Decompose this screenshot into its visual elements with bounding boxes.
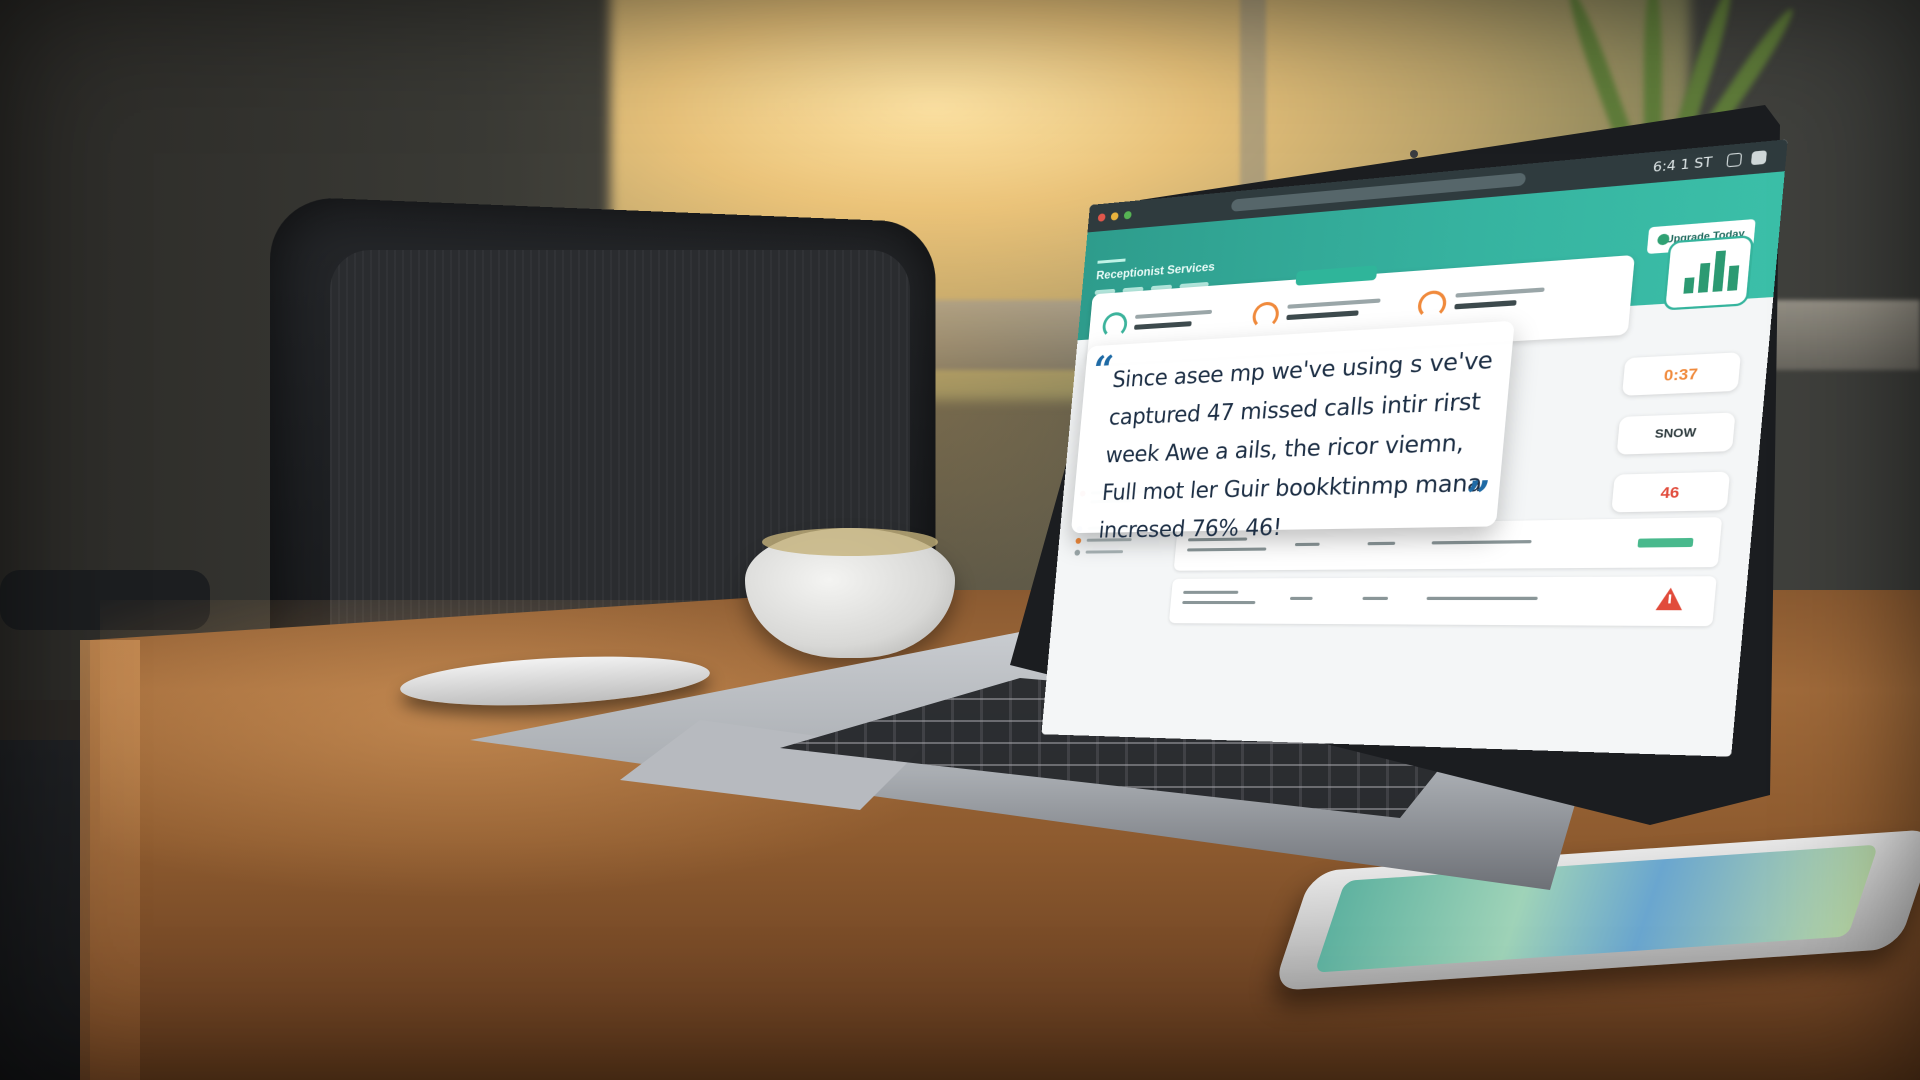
stat-label [1455, 287, 1545, 298]
chart-bar [1697, 262, 1711, 293]
maximize-window-button[interactable] [1123, 210, 1132, 220]
metric-pill: 46 [1611, 471, 1731, 513]
mug-rim [762, 528, 938, 556]
sidebar-item[interactable] [1085, 550, 1124, 554]
list-bullet-icon [1075, 537, 1082, 544]
chart-bar [1727, 265, 1740, 291]
gauge-icon [1416, 289, 1448, 320]
breadcrumb [1097, 258, 1126, 264]
status-bar [1637, 537, 1694, 548]
row-cell [1426, 596, 1538, 601]
minimize-window-button[interactable] [1110, 212, 1119, 221]
settings-icon[interactable] [1726, 152, 1743, 168]
stat-label [1134, 309, 1213, 319]
list-bullet-icon [1074, 549, 1081, 556]
stat-value [1454, 300, 1517, 310]
row-cell [1182, 600, 1256, 605]
gauge-icon [1251, 301, 1280, 330]
account-icon[interactable] [1750, 150, 1767, 166]
dashboard-app: 6:4 1 ST Receptionist Services Upgrade T… [1041, 139, 1788, 757]
clock-text: 6:4 1 ST [1652, 154, 1714, 176]
row-cell [1183, 590, 1239, 594]
close-window-button[interactable] [1097, 213, 1106, 222]
gauge-icon [1101, 311, 1129, 339]
row-cell [1362, 596, 1389, 601]
testimonial-text: Since asee mp we've using s ve've captur… [1097, 347, 1494, 544]
chart-widget[interactable] [1662, 234, 1755, 311]
stat-label [1287, 298, 1381, 309]
table-row[interactable] [1168, 576, 1717, 627]
chart-bar [1683, 277, 1695, 294]
photo-scene: 6:4 1 ST Receptionist Services Upgrade T… [0, 0, 1920, 1080]
webcam-icon [1410, 150, 1418, 158]
testimonial-card: “ Since asee mp we've using s ve've capt… [1070, 320, 1515, 544]
metric-pill: SNOW [1616, 412, 1736, 455]
metric-pill: 0:37 [1621, 352, 1742, 396]
stat-value [1133, 321, 1192, 330]
row-cell [1289, 596, 1313, 600]
stat-value [1286, 310, 1359, 321]
app-title: Receptionist Services [1095, 259, 1216, 283]
laptop-screen: 6:4 1 ST Receptionist Services Upgrade T… [1041, 139, 1788, 757]
chart-bar [1712, 250, 1726, 292]
close-quote-mark: ” [1463, 471, 1493, 521]
